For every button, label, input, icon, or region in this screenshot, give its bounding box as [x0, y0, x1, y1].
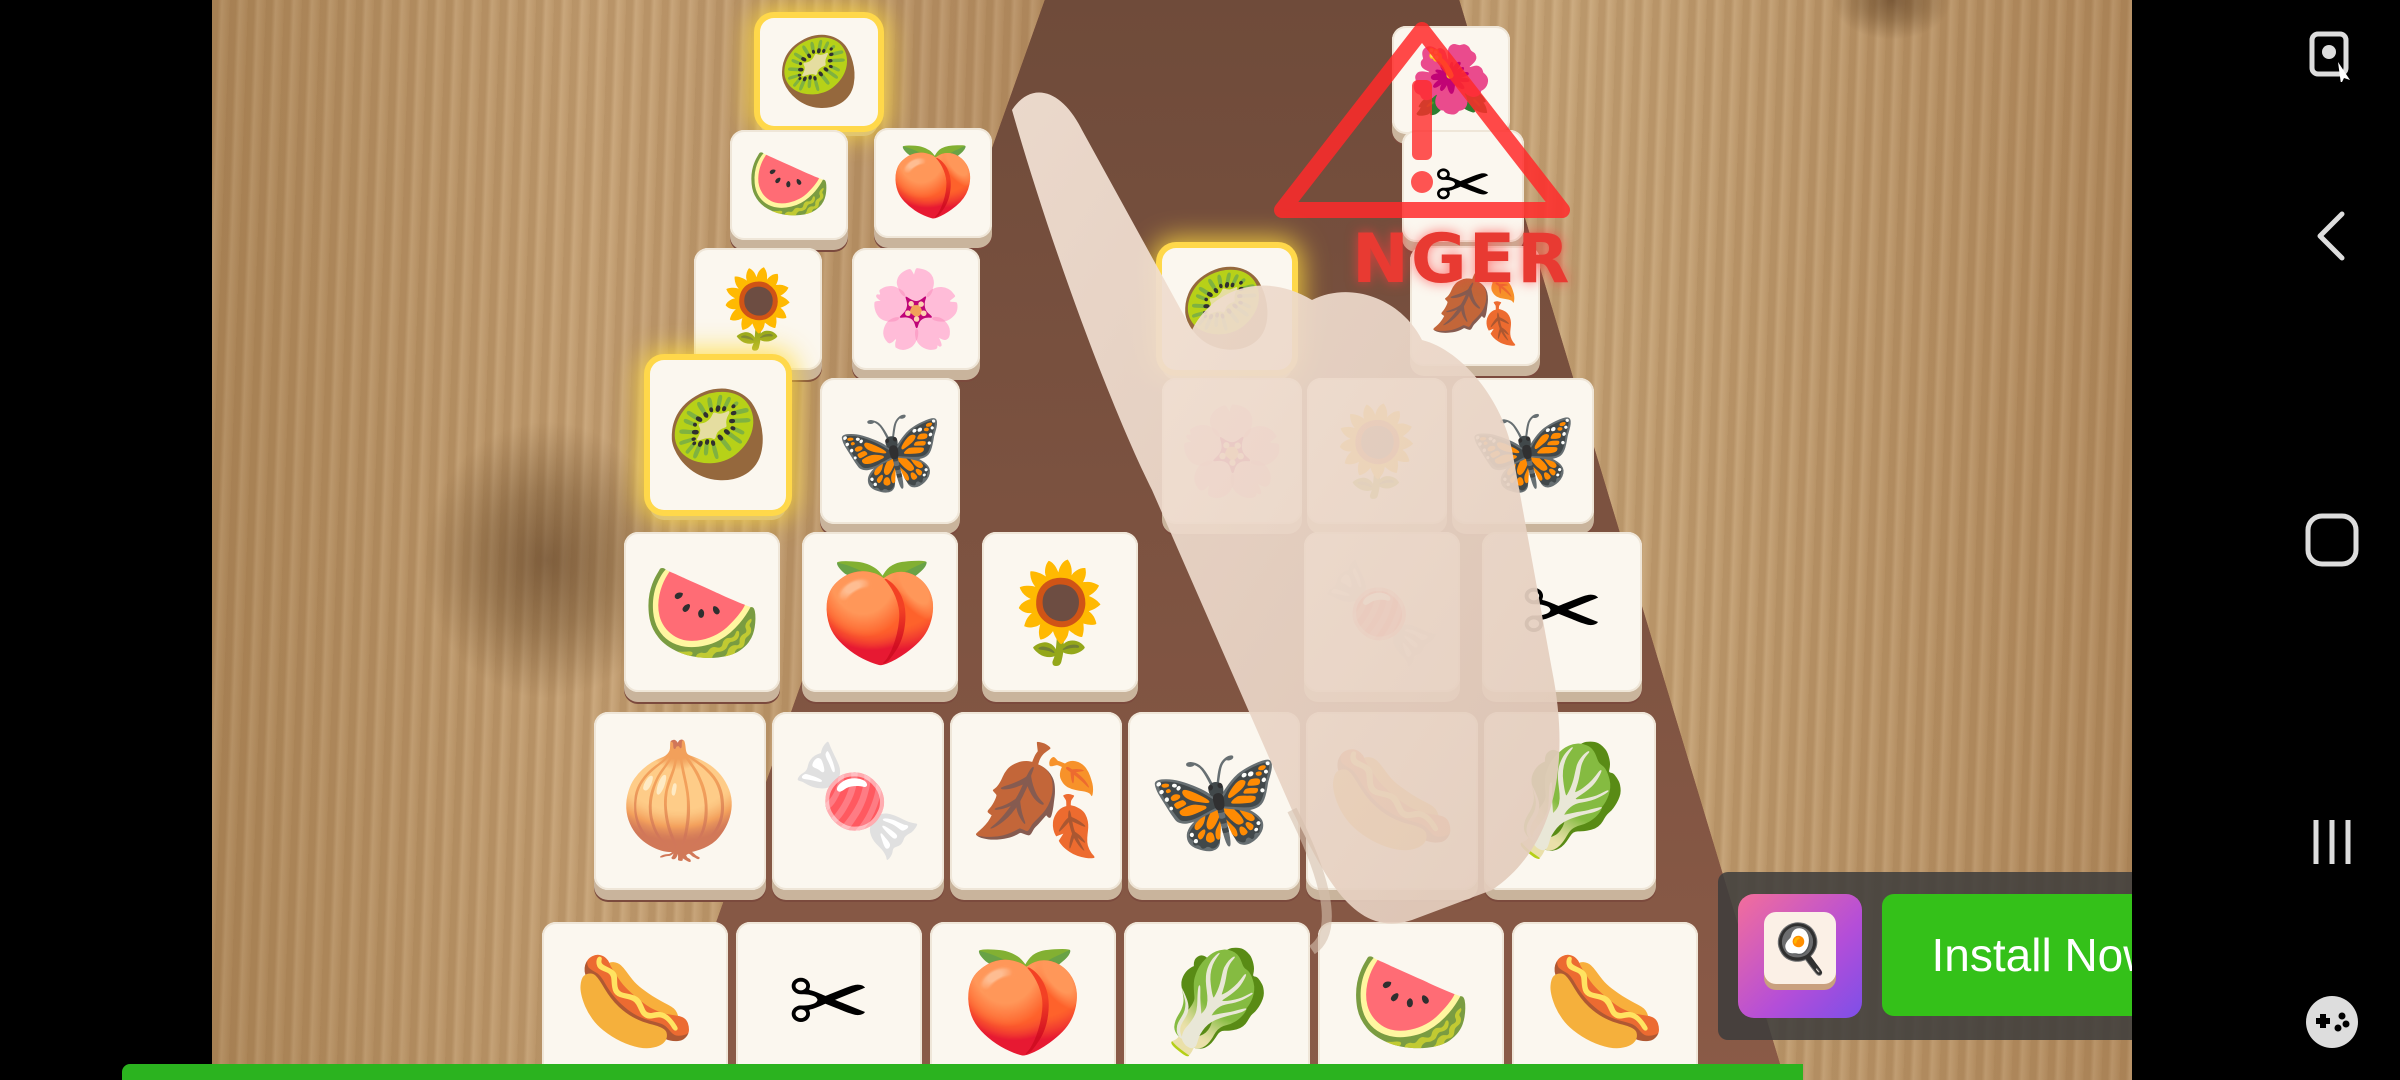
game-tile[interactable]: 🍑 — [874, 128, 992, 238]
game-tile[interactable]: ✂ — [736, 922, 922, 1080]
game-tile[interactable]: 🥝 — [650, 360, 786, 510]
game-tile[interactable]: 🧅 — [594, 712, 766, 890]
screen-record-icon[interactable] — [2300, 22, 2364, 86]
game-tile[interactable]: 🦋 — [820, 378, 960, 524]
sunflower-icon: 🌻 — [710, 264, 806, 353]
level-progress-bar — [122, 1064, 1803, 1080]
scissors-icon: ✂ — [787, 944, 871, 1060]
game-tile[interactable]: 🍬 — [772, 712, 944, 890]
wood-knot — [1832, 0, 1952, 40]
peach-icon: 🍑 — [819, 555, 941, 669]
watermelon-icon: 🍉 — [641, 555, 763, 669]
lime-icon: 🥝 — [777, 32, 861, 111]
flower-icon: 🌸 — [868, 264, 964, 353]
candy-icon: 🍬 — [791, 738, 925, 863]
game-tile[interactable]: 🍉 — [624, 532, 780, 692]
game-tools-icon[interactable] — [2300, 990, 2364, 1054]
game-tile[interactable]: 🍑 — [802, 532, 958, 692]
onion-icon: 🧅 — [613, 738, 747, 863]
game-tile[interactable]: 🥝 — [760, 18, 878, 126]
game-tile[interactable]: 🌻 — [694, 248, 822, 370]
game-tile[interactable]: 🌭 — [542, 922, 728, 1080]
game-tile[interactable]: 🌸 — [852, 248, 980, 370]
recents-icon[interactable] — [2300, 810, 2364, 874]
watermelon-icon: 🍉 — [746, 145, 832, 224]
tutorial-hand — [1012, 92, 1560, 955]
egg-tile-icon[interactable]: 🍳 — [1738, 894, 1862, 1018]
peach-icon: 🍑 — [890, 143, 976, 222]
lime-icon: 🥝 — [665, 386, 771, 484]
hotdog-icon: 🌭 — [573, 944, 697, 1060]
butterfly-icon: 🦋 — [835, 399, 945, 502]
home-icon[interactable] — [2300, 508, 2364, 572]
game-tile[interactable]: 🍉 — [730, 130, 848, 240]
back-icon[interactable] — [2300, 204, 2364, 268]
